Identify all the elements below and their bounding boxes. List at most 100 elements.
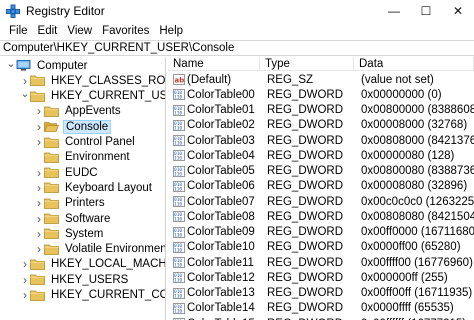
column-header-type[interactable]: Type [260, 57, 354, 71]
value-name-cell: 010 110 ColorTable10 [168, 241, 260, 253]
expand-arrow-icon[interactable]: › [20, 272, 30, 287]
binary-value-icon: 010110 [173, 89, 185, 101]
value-row[interactable]: 010 110 ColorTable10 REG_DWORD 0x0000ff00 (6… [168, 240, 474, 255]
value-row[interactable]: 010 110 ColorTable01 REG_DWORD 0x00800000 (8… [168, 103, 474, 118]
expand-arrow-icon[interactable]: › [34, 119, 44, 134]
value-row[interactable]: 010 110 ColorTable06 REG_DWORD 0x00008080 (3… [168, 179, 474, 194]
value-name-cell: 010 110 ColorTable11 [168, 257, 260, 269]
menu-bar: File Edit View Favorites Help [0, 22, 474, 40]
value-data: 0x00ffff00 (16776960) [361, 256, 473, 269]
string-value-icon: ab [173, 74, 185, 86]
value-row[interactable]: 010 110 ColorTable11 REG_DWORD 0x00ffff00 (1… [168, 255, 474, 270]
binary-value-icon: 010110 [173, 180, 185, 192]
expand-arrow-icon[interactable]: › [34, 242, 44, 257]
value-data: 0x00800000 (8388608) [361, 104, 474, 117]
tree-item-console[interactable]: › Console [34, 119, 112, 134]
expand-arrow-icon[interactable]: › [34, 165, 44, 180]
value-row[interactable]: 010 110 ColorTable09 REG_DWORD 0x00ff0000 (1… [168, 225, 474, 240]
svg-text:110: 110 [174, 110, 182, 116]
menu-edit[interactable]: Edit [33, 25, 63, 37]
collapse-arrow-icon[interactable]: ⌄ [20, 86, 30, 101]
tree-item-volatile-environment[interactable]: › Volatile Environment [34, 242, 165, 257]
tree-item-hkey-users[interactable]: › HKEY_USERS [20, 272, 130, 287]
expand-arrow-icon[interactable]: › [34, 211, 44, 226]
value-row[interactable]: ab (Default) REG_SZ (value not set) [168, 72, 474, 87]
tree-item-printers[interactable]: › Printers [34, 196, 107, 211]
expand-arrow-icon[interactable]: › [34, 180, 44, 195]
collapse-arrow-icon[interactable]: ⌄ [6, 57, 16, 71]
minimize-button[interactable]: — [378, 0, 410, 22]
expand-arrow-icon[interactable]: › [34, 196, 44, 211]
svg-text:110: 110 [174, 156, 182, 162]
value-data: 0x0000ff00 (65280) [361, 241, 461, 254]
value-row[interactable]: 010 110 ColorTable13 REG_DWORD 0x00ff00ff (1… [168, 286, 474, 301]
folder-icon [44, 167, 59, 178]
tree-item-label: Keyboard Layout [65, 181, 152, 194]
value-type: REG_DWORD [267, 195, 344, 208]
computer-icon [16, 60, 31, 71]
value-row[interactable]: 010 110 ColorTable04 REG_DWORD 0x00000080 (1… [168, 148, 474, 163]
value-row[interactable]: 010 110 ColorTable14 REG_DWORD 0x0000ffff (6… [168, 301, 474, 316]
folder-icon [44, 213, 59, 224]
expand-arrow-icon[interactable]: › [20, 257, 30, 272]
binary-value-icon: 010110 [173, 241, 185, 253]
value-row[interactable]: 010 110 ColorTable07 REG_DWORD 0x00c0c0c0 (1… [168, 194, 474, 209]
value-type: REG_DWORD [267, 256, 344, 269]
tree-item-system[interactable]: › System [34, 226, 105, 241]
value-type: REG_DWORD [267, 226, 344, 239]
menu-help[interactable]: Help [154, 25, 188, 37]
value-name: (Default) [187, 73, 232, 86]
value-data: 0x000000ff (255) [361, 271, 448, 284]
tree-item-software[interactable]: › Software [34, 211, 112, 226]
expand-arrow-icon[interactable]: › [34, 104, 44, 119]
value-row[interactable]: 010110ColorTable15REG_DWORD0x00ffffff (1… [168, 316, 474, 320]
svg-text:110: 110 [174, 308, 182, 314]
value-row[interactable]: 010 110 ColorTable02 REG_DWORD 0x00008000 (3… [168, 118, 474, 133]
value-name: ColorTable00 [187, 88, 255, 101]
registry-tree[interactable]: ⌄Computer›HKEY_CLASSES_ROOT⌄HKEY_CURRENT… [0, 57, 166, 320]
value-name: ColorTable07 [187, 195, 255, 208]
tree-item-control-panel[interactable]: › Control Panel [34, 135, 137, 150]
expand-arrow-icon[interactable]: › [34, 226, 44, 241]
value-row[interactable]: 010 110 ColorTable00 REG_DWORD 0x00000000 (0… [168, 87, 474, 102]
value-name: ColorTable12 [187, 271, 255, 284]
svg-text:110: 110 [174, 247, 182, 253]
close-button[interactable]: ✕ [442, 0, 474, 22]
value-row[interactable]: 010 110 ColorTable05 REG_DWORD 0x00800080 (8… [168, 164, 474, 179]
tree-item-hkey-current-user[interactable]: ⌄ HKEY_CURRENT_USER [20, 86, 165, 104]
column-header-name[interactable]: Name [168, 57, 260, 71]
value-row[interactable]: 010 110 ColorTable12 REG_DWORD 0x000000ff (2… [168, 270, 474, 285]
tree-item-environment[interactable]: Environment [34, 150, 132, 165]
svg-text:110: 110 [174, 217, 182, 223]
column-header-data[interactable]: Data [354, 57, 474, 71]
address-bar[interactable]: Computer\HKEY_CURRENT_USER\Console [0, 40, 474, 56]
tree-item-eudc[interactable]: › EUDC [34, 165, 100, 180]
expand-arrow-icon[interactable]: › [34, 135, 44, 150]
folder-icon [30, 75, 45, 87]
tree-item-label: HKEY_LOCAL_MACHINE [51, 258, 166, 271]
values-list[interactable]: Name Type Data ab (Default) REG_SZ (value n… [168, 57, 474, 320]
tree-item-keyboard-layout[interactable]: › Keyboard Layout [34, 180, 154, 195]
tree-item-hkey-local-machine[interactable]: › HKEY_LOCAL_MACHINE [20, 257, 166, 272]
maximize-button[interactable]: ☐ [410, 0, 442, 22]
menu-view[interactable]: View [62, 25, 97, 37]
binary-value-icon: 010110 [173, 119, 185, 131]
tree-item-appevents[interactable]: › AppEvents [34, 104, 123, 119]
value-name-cell: 010 110 ColorTable09 [168, 226, 260, 238]
value-row[interactable]: 010 110 ColorTable03 REG_DWORD 0x00808000 (8… [168, 133, 474, 148]
value-name-cell: 010 110 ColorTable01 [168, 104, 260, 116]
value-row[interactable]: 010 110 ColorTable08 REG_DWORD 0x00808080 (8… [168, 209, 474, 224]
value-name: ColorTable06 [187, 180, 255, 193]
tree-item-hkey-current-config[interactable]: › HKEY_CURRENT_CONFIG [20, 288, 165, 303]
value-data: 0x00808000 (8421376) [361, 134, 474, 147]
binary-value-icon: 010110 [173, 257, 185, 269]
tree-item-hkey-classes-root[interactable]: ›HKEY_CLASSES_ROOT [20, 73, 165, 88]
value-type: REG_SZ [267, 73, 314, 86]
value-name-cell: 010 110 ColorTable13 [168, 287, 260, 299]
value-type: REG_DWORD [267, 180, 344, 193]
menu-file[interactable]: File [4, 25, 33, 37]
tree-item-computer[interactable]: ⌄ Computer [6, 58, 90, 73]
expand-arrow-icon[interactable]: › [20, 288, 30, 303]
menu-favorites[interactable]: Favorites [97, 25, 154, 37]
address-path: Computer\HKEY_CURRENT_USER\Console [3, 42, 235, 54]
